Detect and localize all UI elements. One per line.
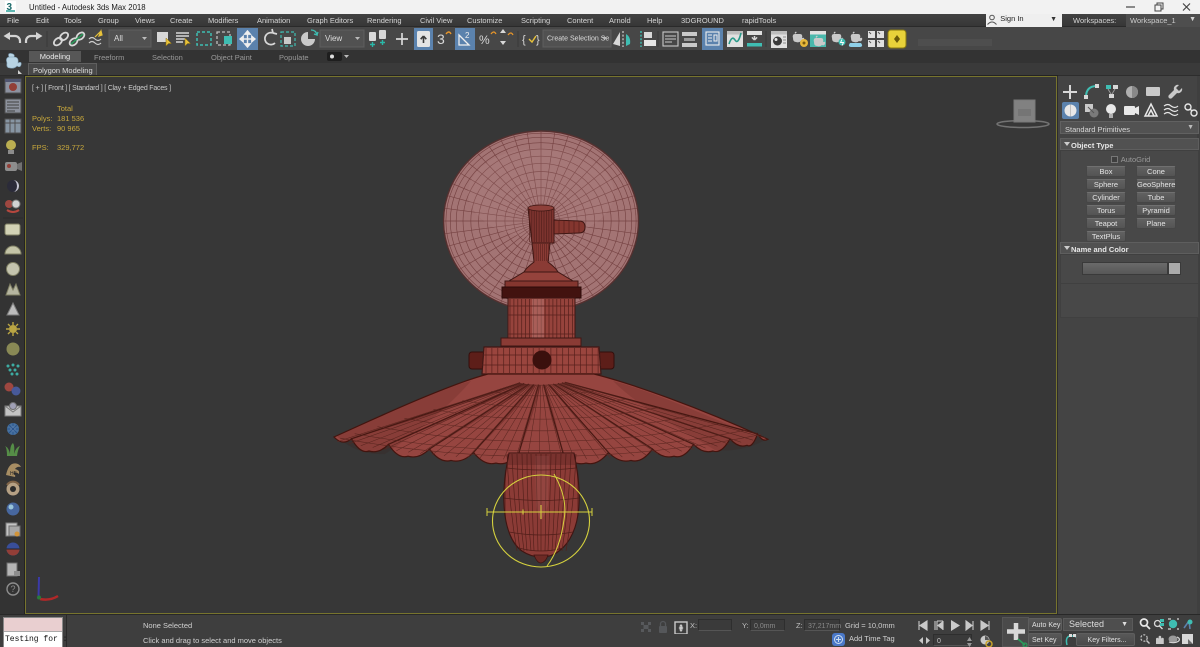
svg-text:{: { bbox=[522, 34, 526, 46]
svg-text:3: 3 bbox=[437, 31, 445, 47]
svg-text:Create Selection Se: Create Selection Se bbox=[547, 36, 609, 43]
svg-text:View: View bbox=[325, 34, 342, 43]
svg-text:HF: HF bbox=[10, 471, 17, 477]
svg-text:}: } bbox=[536, 34, 540, 46]
svg-text:All: All bbox=[114, 34, 123, 43]
svg-text:?: ? bbox=[11, 584, 16, 594]
svg-text:2: 2 bbox=[465, 31, 470, 40]
svg-text:%: % bbox=[479, 33, 490, 47]
